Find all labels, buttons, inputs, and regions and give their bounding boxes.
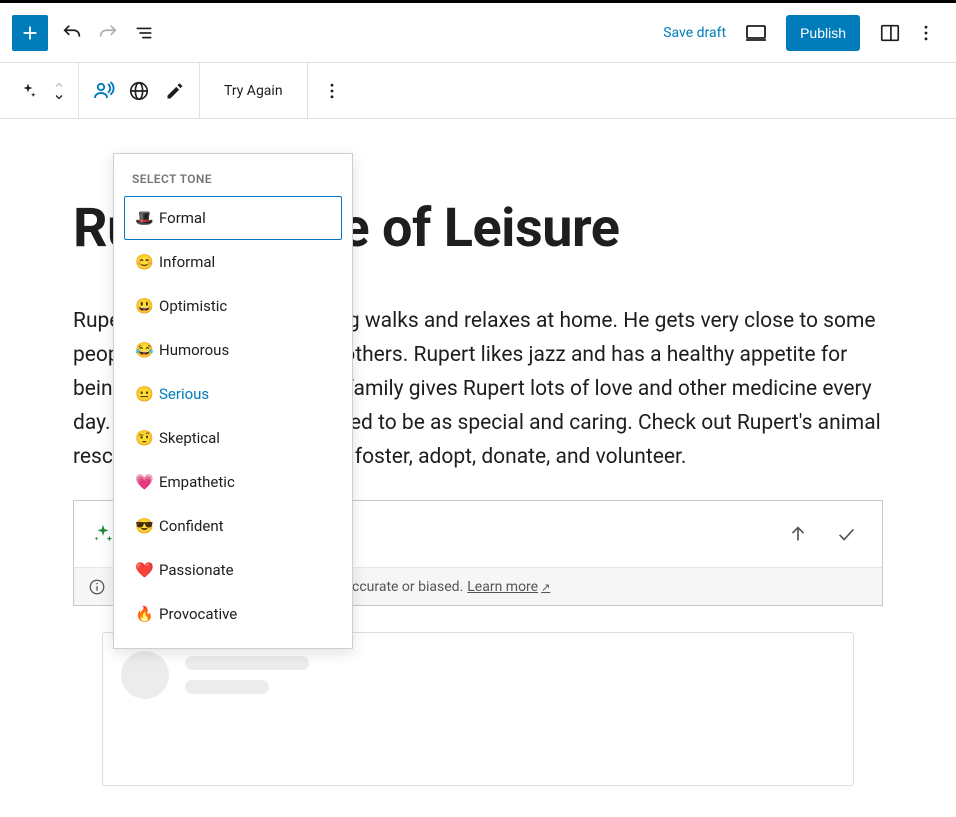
publish-button[interactable]: Publish: [786, 15, 860, 51]
tone-emoji: 🤨: [135, 429, 157, 447]
tone-label: Formal: [159, 209, 206, 227]
tone-label: Provocative: [159, 605, 237, 623]
undo-icon: [61, 22, 83, 44]
top-toolbar: Save draft Publish: [0, 3, 956, 63]
chevron-up-icon: [51, 79, 67, 91]
block-options-button[interactable]: [314, 73, 350, 109]
tone-label: Informal: [159, 253, 215, 271]
tone-label: Skeptical: [159, 429, 220, 447]
tone-dropdown: SELECT TONE 🎩Formal😊Informal😃Optimistic😂…: [113, 153, 353, 649]
redo-button[interactable]: [90, 15, 126, 51]
tone-emoji: 🎩: [135, 209, 157, 227]
disclaimer-text: ccurate or biased.: [352, 579, 463, 595]
sparkle-icon: [92, 523, 114, 545]
skeleton-line: [185, 656, 309, 670]
info-icon: [88, 578, 106, 596]
sidebar-icon: [879, 22, 901, 44]
tone-label: Passionate: [159, 561, 234, 579]
ai-sparkle-button[interactable]: [10, 73, 46, 109]
try-again-button[interactable]: Try Again: [206, 63, 301, 118]
options-menu-button[interactable]: [908, 15, 944, 51]
tone-item-skeptical[interactable]: 🤨Skeptical: [124, 416, 342, 460]
move-block-buttons[interactable]: [46, 79, 72, 103]
tone-label: Confident: [159, 517, 224, 535]
arrow-up-icon: [787, 523, 809, 545]
tone-emoji: 😃: [135, 297, 157, 315]
tone-label: Humorous: [159, 341, 229, 359]
tone-emoji: 😂: [135, 341, 157, 359]
embed-placeholder: [102, 632, 854, 786]
tone-emoji: 😐: [135, 385, 157, 403]
tone-emoji: 😎: [135, 517, 157, 535]
tone-button[interactable]: [85, 73, 121, 109]
tone-emoji: 🔥: [135, 605, 157, 623]
editor-frame: Save draft Publish: [0, 0, 956, 786]
learn-more-link[interactable]: Learn more↗: [467, 579, 550, 595]
tone-label: Empathetic: [159, 473, 235, 491]
send-up-button[interactable]: [780, 516, 816, 552]
skeleton-line: [185, 680, 269, 694]
tone-label: Optimistic: [159, 297, 227, 315]
add-block-button[interactable]: [12, 15, 48, 51]
edit-button[interactable]: [157, 73, 193, 109]
tone-item-formal[interactable]: 🎩Formal: [124, 196, 342, 240]
tone-item-provocative[interactable]: 🔥Provocative: [124, 592, 342, 636]
external-icon: ↗: [541, 581, 550, 594]
tone-emoji: 💗: [135, 473, 157, 491]
kebab-icon: [916, 23, 936, 43]
preview-button[interactable]: [738, 15, 774, 51]
tone-item-optimistic[interactable]: 😃Optimistic: [124, 284, 342, 328]
skeleton-avatar: [121, 651, 169, 699]
accept-button[interactable]: [828, 516, 864, 552]
tone-emoji: 😊: [135, 253, 157, 271]
check-icon: [835, 523, 857, 545]
tone-item-informal[interactable]: 😊Informal: [124, 240, 342, 284]
plus-icon: [19, 22, 41, 44]
pencil-icon: [165, 81, 185, 101]
translate-button[interactable]: [121, 73, 157, 109]
tone-item-empathetic[interactable]: 💗Empathetic: [124, 460, 342, 504]
undo-button[interactable]: [54, 15, 90, 51]
save-draft-button[interactable]: Save draft: [651, 25, 738, 41]
globe-icon: [128, 80, 150, 102]
sparkle-icon: [19, 82, 37, 100]
redo-icon: [97, 22, 119, 44]
kebab-icon: [322, 81, 342, 101]
tone-label: Serious: [159, 385, 209, 403]
list-icon: [133, 22, 155, 44]
tone-menu-heading: SELECT TONE: [124, 166, 342, 196]
document-overview-button[interactable]: [126, 15, 162, 51]
tone-item-confident[interactable]: 😎Confident: [124, 504, 342, 548]
chevron-down-icon: [51, 91, 67, 103]
voice-icon: [91, 79, 115, 103]
settings-sidebar-button[interactable]: [872, 15, 908, 51]
tone-item-serious[interactable]: 😐Serious: [124, 372, 342, 416]
tone-item-passionate[interactable]: ❤️Passionate: [124, 548, 342, 592]
tone-item-humorous[interactable]: 😂Humorous: [124, 328, 342, 372]
ai-block-toolbar: Try Again: [0, 63, 956, 119]
desktop-icon: [744, 21, 768, 45]
tone-emoji: ❤️: [135, 561, 157, 579]
